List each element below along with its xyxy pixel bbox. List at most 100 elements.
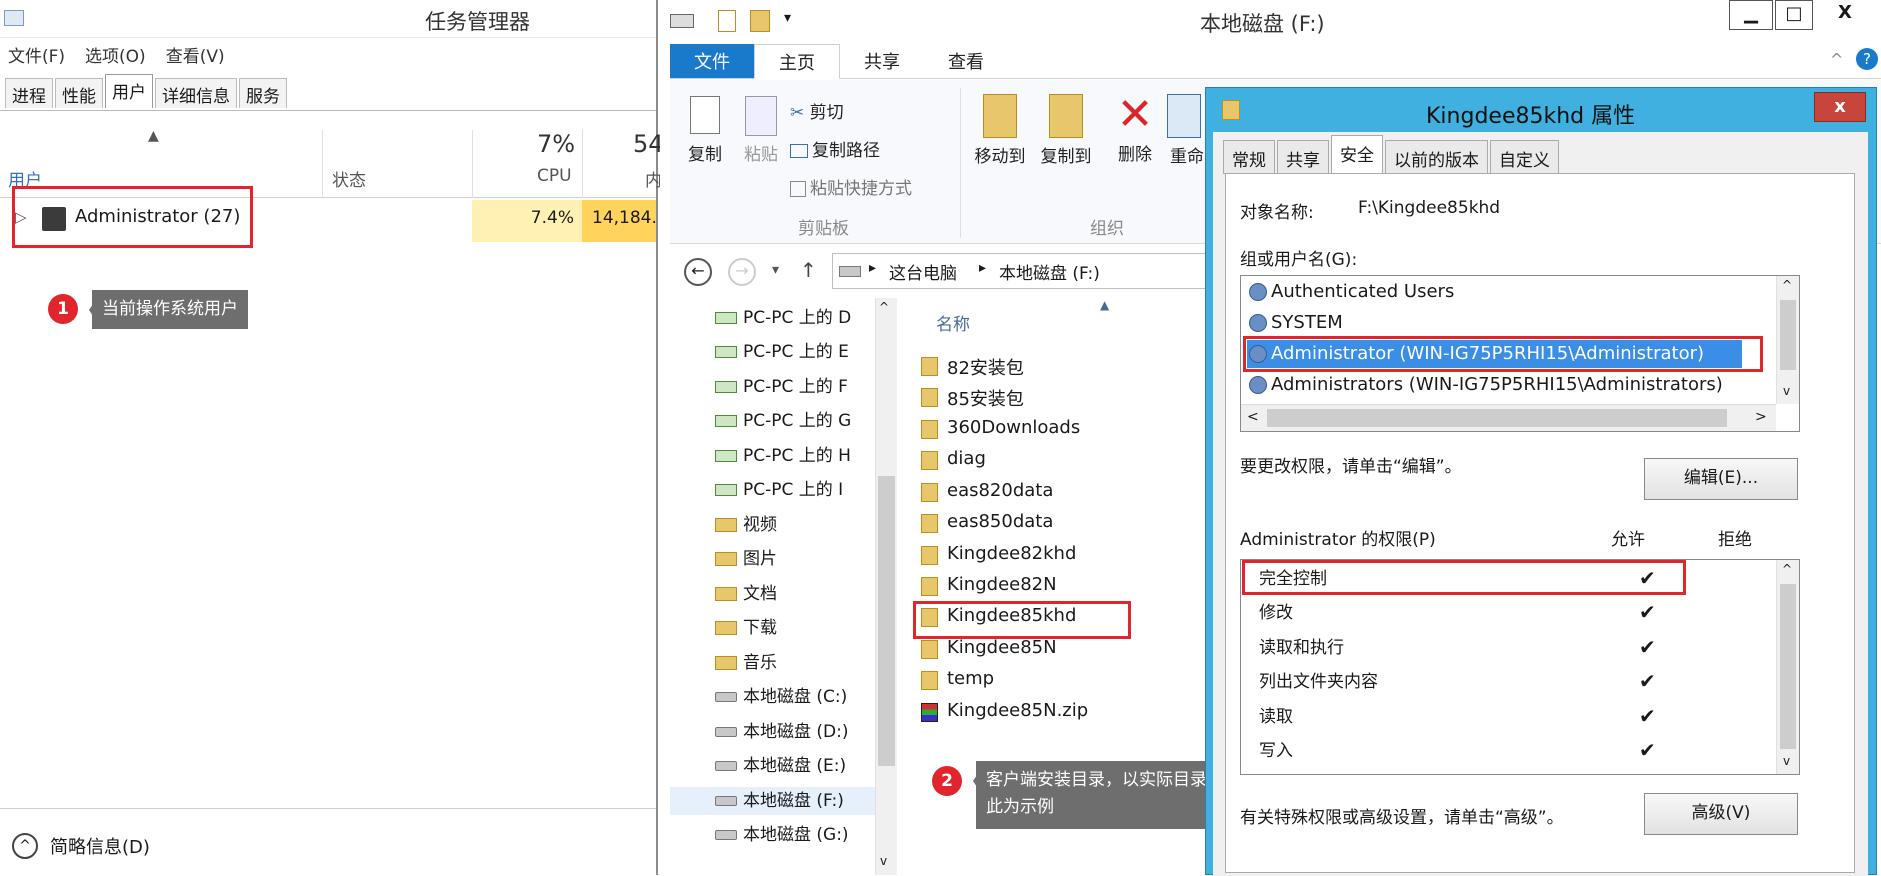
- file-item[interactable]: Kingdee85N.zip: [921, 700, 1088, 722]
- file-item[interactable]: temp: [921, 668, 994, 690]
- menu-options[interactable]: 选项(O): [85, 42, 146, 67]
- scroll-thumb[interactable]: [1780, 300, 1796, 370]
- nav-item[interactable]: PC-PC 上的 E: [715, 338, 849, 366]
- close-button[interactable]: X: [1815, 0, 1875, 30]
- tab-security[interactable]: 安全: [1331, 135, 1383, 175]
- nav-item[interactable]: 本地磁盘 (D:): [715, 718, 849, 746]
- advanced-button[interactable]: 高级(V): [1644, 793, 1798, 835]
- quick-access-dropdown-icon[interactable]: ▾: [784, 10, 791, 26]
- tab-customize[interactable]: 自定义: [1490, 140, 1559, 174]
- tab-general[interactable]: 常规: [1223, 140, 1275, 174]
- move-to-button[interactable]: 移动到: [970, 94, 1030, 167]
- ribbon-tab-view[interactable]: 查看: [924, 44, 1008, 78]
- tab-details[interactable]: 详细信息: [155, 78, 237, 108]
- nav-item[interactable]: 本地磁盘 (C:): [715, 683, 847, 711]
- nav-item[interactable]: PC-PC 上的 F: [715, 373, 848, 401]
- collapse-up-icon[interactable]: ^: [12, 833, 38, 859]
- nav-item-selected[interactable]: 本地磁盘 (F:): [670, 787, 875, 815]
- minimize-button[interactable]: ▁: [1729, 0, 1773, 30]
- nav-item[interactable]: 本地磁盘 (E:): [715, 752, 846, 780]
- ribbon-tab-home[interactable]: 主页: [754, 44, 840, 79]
- copy-button[interactable]: 复制: [680, 96, 730, 165]
- breadcrumb-chevron-icon: ▸: [979, 260, 987, 276]
- paste-shortcut-button[interactable]: 粘贴快捷方式: [790, 174, 912, 199]
- fewer-details-link[interactable]: 简略信息(D): [50, 833, 150, 859]
- scroll-up-icon[interactable]: ^: [1782, 562, 1792, 576]
- tab-services[interactable]: 服务: [239, 78, 287, 108]
- scroll-left-icon[interactable]: <: [1247, 409, 1259, 425]
- breadcrumb-drive-f[interactable]: 本地磁盘 (F:): [999, 259, 1100, 284]
- menu-view[interactable]: 查看(V): [166, 42, 225, 67]
- nav-item[interactable]: 音乐: [715, 649, 777, 677]
- scroll-up-icon[interactable]: ^: [879, 300, 889, 314]
- new-folder-quick-icon[interactable]: [750, 10, 770, 32]
- nav-item[interactable]: PC-PC 上的 H: [715, 442, 851, 470]
- task-manager-titlebar[interactable]: 任务管理器: [0, 0, 656, 38]
- tab-performance[interactable]: 性能: [55, 78, 103, 108]
- file-item[interactable]: eas850data: [921, 511, 1053, 533]
- copy-to-button[interactable]: 复制到: [1036, 94, 1096, 167]
- delete-button[interactable]: ✕ 删除: [1110, 90, 1160, 166]
- users-hscroll[interactable]: < >: [1241, 404, 1776, 431]
- nav-item[interactable]: PC-PC 上的 G: [715, 407, 851, 435]
- scroll-right-icon[interactable]: >: [1755, 409, 1767, 425]
- users-vscroll[interactable]: ^ v: [1776, 276, 1799, 404]
- column-cpu[interactable]: CPU: [537, 166, 572, 186]
- nav-item[interactable]: 文档: [715, 580, 777, 608]
- copy-to-icon: [1049, 94, 1083, 138]
- nav-item[interactable]: 图片: [715, 545, 777, 573]
- paste-button[interactable]: 粘贴: [736, 96, 786, 165]
- ribbon-collapse-icon[interactable]: ^: [1830, 50, 1843, 69]
- forward-icon[interactable]: →: [728, 258, 756, 286]
- help-icon[interactable]: ?: [1856, 48, 1878, 70]
- tab-processes[interactable]: 进程: [5, 78, 53, 108]
- file-item[interactable]: diag: [921, 448, 986, 470]
- scroll-down-icon[interactable]: v: [1783, 754, 1790, 768]
- scroll-down-icon[interactable]: v: [1783, 384, 1790, 398]
- file-item[interactable]: Kingdee82khd: [921, 543, 1076, 565]
- copy-path-button[interactable]: 复制路径: [790, 136, 880, 161]
- ribbon-tab-file[interactable]: 文件: [670, 44, 754, 78]
- explorer-titlebar[interactable]: ▾ 本地磁盘 (F:) ▁ □ X: [660, 0, 1881, 42]
- nav-item[interactable]: 本地磁盘 (G:): [715, 821, 849, 849]
- user-item[interactable]: Authenticated Users: [1247, 278, 1742, 306]
- breadcrumb-this-pc[interactable]: 这台电脑: [889, 259, 957, 284]
- edit-button[interactable]: 编辑(E)...: [1644, 458, 1798, 500]
- menu-file[interactable]: 文件(F): [8, 42, 65, 67]
- maximize-button[interactable]: □: [1775, 0, 1813, 30]
- nav-item[interactable]: PC-PC 上的 D: [715, 304, 851, 332]
- file-item[interactable]: 360Downloads: [921, 417, 1080, 439]
- nav-item[interactable]: 下载: [715, 614, 777, 642]
- scroll-thumb[interactable]: [1267, 409, 1727, 427]
- ribbon-tab-share[interactable]: 共享: [840, 44, 924, 78]
- user-item[interactable]: Administrators (WIN-IG75P5RHI15\Administ…: [1247, 371, 1742, 399]
- tab-sharing[interactable]: 共享: [1277, 140, 1329, 174]
- recent-dropdown-icon[interactable]: ▾: [772, 262, 779, 278]
- file-item[interactable]: 85安装包: [921, 385, 1024, 411]
- file-item[interactable]: eas820data: [921, 480, 1053, 502]
- scroll-up-icon[interactable]: ^: [1782, 278, 1792, 292]
- up-icon[interactable]: ↑: [800, 258, 817, 282]
- network-drive-icon: [715, 312, 737, 324]
- file-item[interactable]: 82安装包: [921, 354, 1024, 380]
- scroll-down-icon[interactable]: v: [880, 854, 887, 868]
- nav-label: PC-PC 上的 F: [743, 377, 848, 397]
- scroll-thumb[interactable]: [1780, 584, 1796, 749]
- column-status[interactable]: 状态: [332, 166, 366, 191]
- user-item[interactable]: SYSTEM: [1247, 309, 1742, 337]
- properties-quick-icon[interactable]: [718, 10, 736, 32]
- permission-row: 读取和执行 ✔: [1259, 633, 1679, 663]
- nav-item[interactable]: 视频: [715, 511, 777, 539]
- back-icon[interactable]: ←: [684, 258, 712, 286]
- tab-users[interactable]: 用户: [105, 74, 153, 108]
- tab-previous-versions[interactable]: 以前的版本: [1385, 140, 1488, 174]
- file-item[interactable]: Kingdee82N: [921, 574, 1057, 596]
- column-separator: [322, 130, 323, 198]
- cut-button[interactable]: ✂ 剪切: [790, 98, 844, 123]
- file-item[interactable]: Kingdee85N: [921, 637, 1057, 659]
- dialog-close-button[interactable]: x: [1814, 92, 1866, 122]
- nav-item[interactable]: PC-PC 上的 I: [715, 476, 843, 504]
- column-name-header[interactable]: 名称: [936, 310, 970, 335]
- permissions-vscroll[interactable]: ^ v: [1776, 560, 1799, 774]
- rename-button[interactable]: 重命: [1167, 94, 1207, 167]
